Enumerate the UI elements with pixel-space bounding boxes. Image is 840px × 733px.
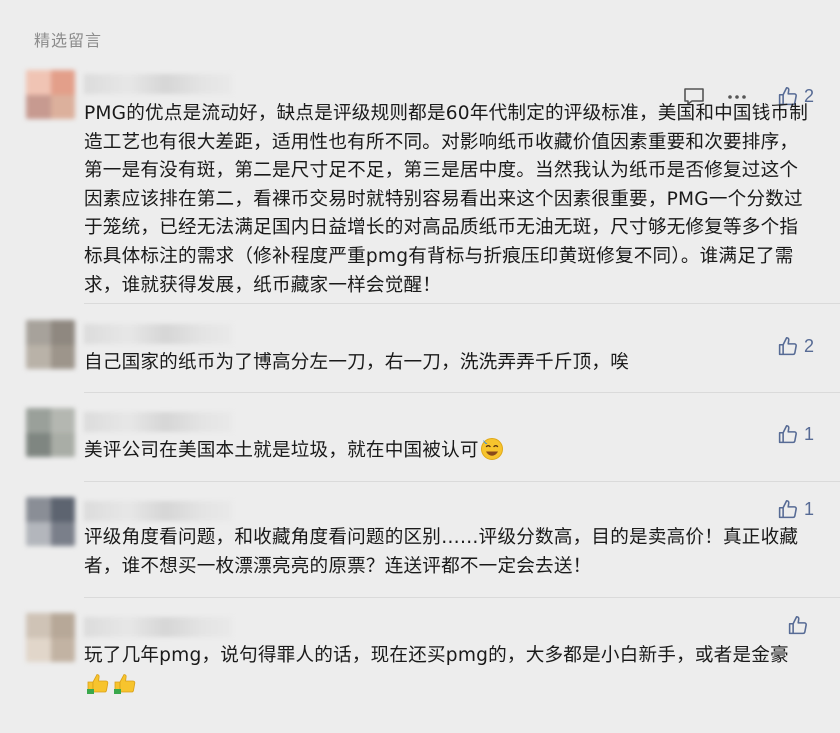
section-title: 精选留言: [34, 31, 103, 50]
comment-text: 评级角度看问题，和收藏角度看问题的区别……评级分数高，目的是卖高价！真正收藏者，…: [84, 527, 799, 577]
nickname-blurred: [84, 501, 232, 521]
divider: [84, 481, 840, 482]
avatar[interactable]: [26, 408, 75, 457]
comment-text: 美评公司在美国本土就是垃圾，就在中国被认可: [84, 440, 479, 461]
avatar[interactable]: [26, 320, 75, 369]
more-icon[interactable]: [727, 94, 747, 100]
comment-text-row: 美评公司在美国本土就是垃圾，就在中国被认可: [84, 437, 814, 471]
like-button[interactable]: 1: [777, 499, 814, 520]
sweat-smile-emoji: [480, 437, 504, 471]
comment-text-row: 玩了几年pmg，说句得罪人的话，现在还买pmg的，大多都是小白新手，或者是金豪: [84, 642, 814, 704]
thumbs-up-icon: [788, 615, 807, 635]
nickname-blurred: [84, 617, 232, 637]
avatar[interactable]: [26, 613, 75, 662]
thumbs-up-emoji: [112, 671, 138, 705]
comment-text: 玩了几年pmg，说句得罪人的话，现在还买pmg的，大多都是小白新手，或者是金豪: [84, 645, 789, 666]
comment-text: 自己国家的纸币为了博高分左一刀，右一刀，洗洗弄弄千斤顶，唉: [84, 352, 630, 373]
like-count: 1: [803, 499, 814, 519]
nickname-blurred: [84, 74, 232, 94]
divider: [84, 303, 840, 304]
avatar[interactable]: [26, 497, 75, 546]
nickname-blurred: [84, 324, 232, 344]
divider: [84, 597, 840, 598]
like-button[interactable]: [787, 615, 814, 636]
nickname-blurred: [84, 412, 232, 432]
comment-text: PMG的优点是流动好，缺点是评级规则都是60年代制定的评级标准，美国和中国钱币制…: [84, 103, 809, 296]
avatar[interactable]: [26, 70, 75, 119]
thumbs-up-icon: [778, 499, 797, 519]
divider: [84, 392, 840, 393]
thumbs-up-emoji: [85, 671, 111, 705]
